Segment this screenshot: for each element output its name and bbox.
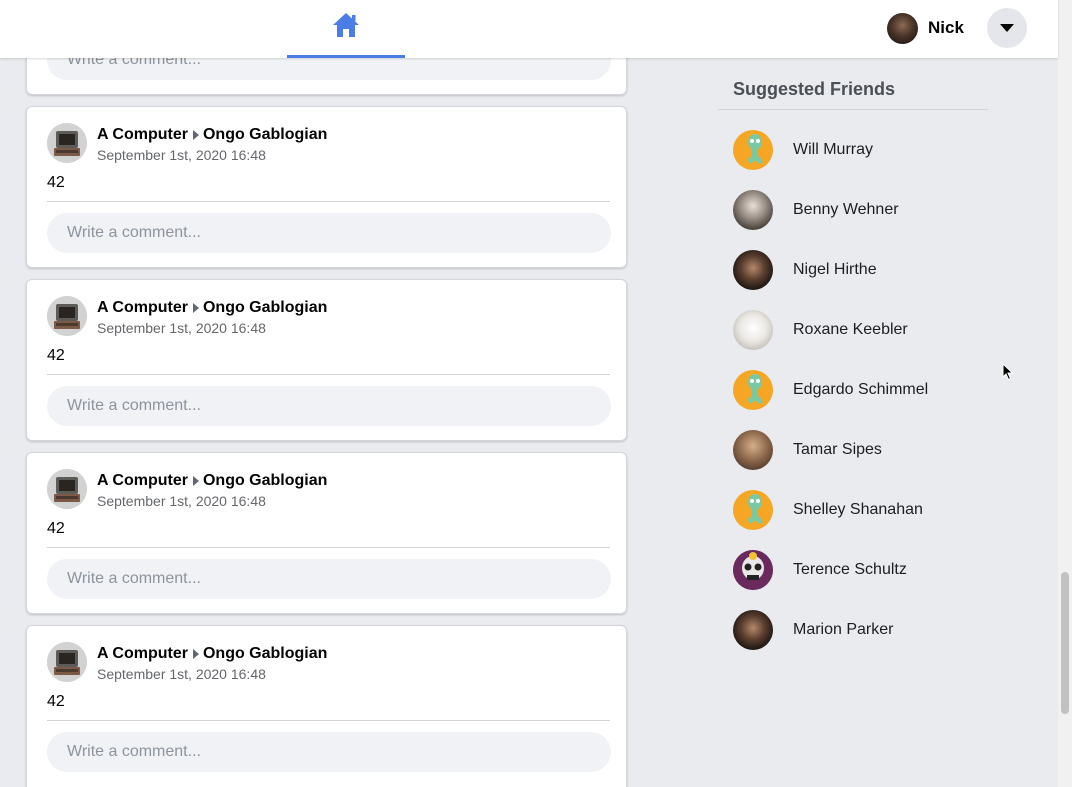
friend-item[interactable]: Shelley Shanahan xyxy=(733,490,983,530)
squidward-avatar xyxy=(733,370,773,410)
divider xyxy=(47,201,610,202)
post-body: 42 xyxy=(47,693,65,710)
comment-input[interactable]: Write a comment... xyxy=(47,213,611,253)
comment-input[interactable]: Write a comment... xyxy=(47,732,611,772)
post-body: 42 xyxy=(47,520,65,537)
white-portrait-avatar xyxy=(733,310,773,350)
friend-item[interactable]: Nigel Hirthe xyxy=(733,250,983,290)
computer-avatar[interactable] xyxy=(47,296,87,336)
mouse-cursor-icon xyxy=(1002,362,1014,386)
post-card: A Computer Ongo Gablogian September 1st,… xyxy=(26,625,627,787)
squidward-avatar xyxy=(733,130,773,170)
squidward-avatar xyxy=(733,490,773,530)
computer-avatar[interactable] xyxy=(47,469,87,509)
post-card: A Computer Ongo Gablogian September 1st,… xyxy=(26,452,627,614)
friend-name: Benny Wehner xyxy=(793,201,899,218)
comment-input[interactable]: Write a comment... xyxy=(47,559,611,599)
post-body: 42 xyxy=(47,174,65,191)
friend-item[interactable]: Will Murray xyxy=(733,130,983,170)
divider xyxy=(47,374,610,375)
post-card: A Computer Ongo Gablogian September 1st,… xyxy=(26,279,627,441)
friend-item[interactable]: Tamar Sipes xyxy=(733,430,983,470)
news-feed: Write a comment... A Computer Ongo Gablo… xyxy=(26,0,627,787)
caret-down-icon xyxy=(1000,19,1014,37)
post-author[interactable]: A Computer xyxy=(97,644,188,664)
skull-avatar xyxy=(733,550,773,590)
avatar xyxy=(887,12,918,44)
friend-name: Tamar Sipes xyxy=(793,441,882,458)
post-recipient[interactable]: Ongo Gablogian xyxy=(203,471,327,491)
friend-name: Edgardo Schimmel xyxy=(793,381,929,398)
post-author[interactable]: A Computer xyxy=(97,298,188,318)
friend-name: Marion Parker xyxy=(793,621,894,638)
friend-item[interactable]: Benny Wehner xyxy=(733,190,983,230)
post-recipient[interactable]: Ongo Gablogian xyxy=(203,644,327,664)
post-author[interactable]: A Computer xyxy=(97,471,188,491)
home-tab[interactable] xyxy=(287,0,405,58)
friend-name: Shelley Shanahan xyxy=(793,501,923,518)
post-timestamp: September 1st, 2020 16:48 xyxy=(97,666,266,682)
caret-right-icon xyxy=(192,476,199,486)
caret-right-icon xyxy=(192,649,199,659)
post-timestamp: September 1st, 2020 16:48 xyxy=(97,147,266,163)
suggested-friends-title: Suggested Friends xyxy=(718,58,988,110)
friend-item[interactable]: Terence Schultz xyxy=(733,550,983,590)
dark-portrait-avatar xyxy=(733,250,773,290)
divider xyxy=(47,720,610,721)
user-name: Nick xyxy=(928,18,964,37)
top-navbar: Nick xyxy=(0,0,1058,58)
profile-link[interactable]: Nick xyxy=(887,12,964,44)
photo-avatar xyxy=(733,190,773,230)
friend-name: Nigel Hirthe xyxy=(793,261,877,278)
friend-item[interactable]: Marion Parker xyxy=(733,610,983,650)
computer-avatar[interactable] xyxy=(47,123,87,163)
post-body: 42 xyxy=(47,347,65,364)
friend-item[interactable]: Roxane Keebler xyxy=(733,310,983,350)
friend-name: Will Murray xyxy=(793,141,873,158)
suggested-friends-panel: Suggested Friends Will Murray Benny Wehn… xyxy=(718,58,988,650)
friend-item[interactable]: Edgardo Schimmel xyxy=(733,370,983,410)
brown-portrait-avatar xyxy=(733,430,773,470)
home-icon xyxy=(332,12,360,43)
post-timestamp: September 1st, 2020 16:48 xyxy=(97,320,266,336)
post-timestamp: September 1st, 2020 16:48 xyxy=(97,493,266,509)
friend-name: Terence Schultz xyxy=(793,561,907,578)
dark-portrait-avatar xyxy=(733,610,773,650)
post-recipient[interactable]: Ongo Gablogian xyxy=(203,298,327,318)
post-card: A Computer Ongo Gablogian September 1st,… xyxy=(26,106,627,268)
post-recipient[interactable]: Ongo Gablogian xyxy=(203,125,327,145)
caret-right-icon xyxy=(192,130,199,140)
computer-avatar[interactable] xyxy=(47,642,87,682)
comment-input[interactable]: Write a comment... xyxy=(47,386,611,426)
post-author[interactable]: A Computer xyxy=(97,125,188,145)
scrollbar-thumb[interactable] xyxy=(1061,572,1069,714)
divider xyxy=(47,547,610,548)
account-menu-button[interactable] xyxy=(987,8,1027,48)
caret-right-icon xyxy=(192,303,199,313)
friend-name: Roxane Keebler xyxy=(793,321,908,338)
